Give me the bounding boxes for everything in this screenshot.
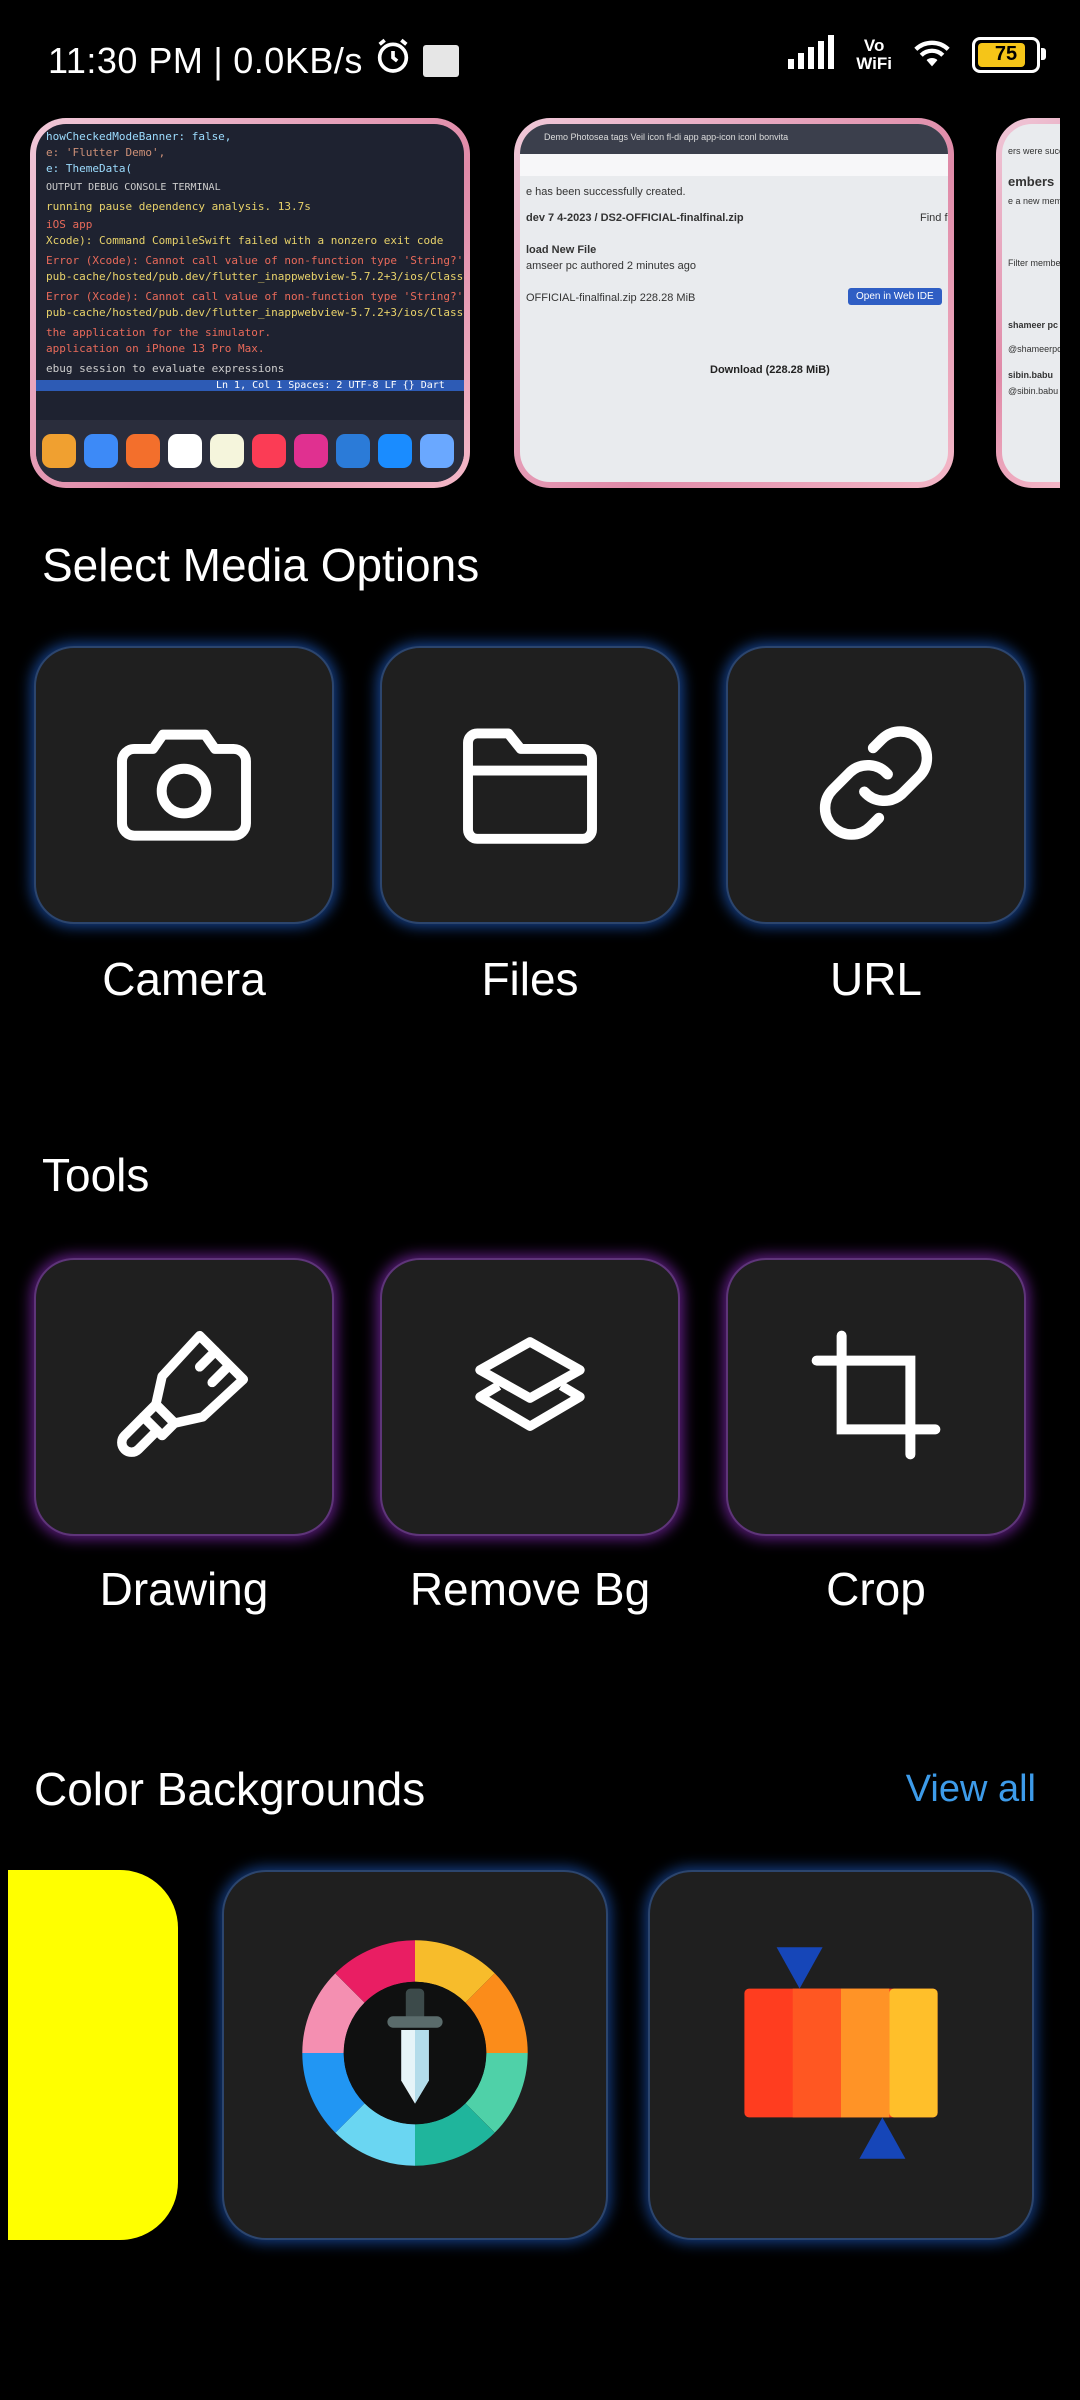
- thumb-text: howCheckedModeBanner: false,: [46, 130, 232, 143]
- thumb-text: e has been successfully created.: [526, 186, 686, 198]
- gradient-palette-tile[interactable]: [648, 1870, 1034, 2240]
- thumb-text: Xcode): Command CompileSwift failed with…: [46, 234, 444, 247]
- thumb-text: Filter members: [1008, 258, 1060, 268]
- link-icon: [806, 713, 946, 858]
- vowifi-indicator: Vo WiFi: [856, 35, 892, 73]
- battery-icon: 75: [972, 36, 1046, 73]
- status-bar-left: 11:30 PM | 0.0KB/s: [48, 36, 459, 85]
- members-screenshot-thumbnail: ers were succ embers e a new membe Filte…: [1002, 124, 1060, 482]
- battery-level: 75: [994, 43, 1018, 65]
- thumb-text: pub-cache/hosted/pub.dev/flutter_inappwe…: [46, 306, 464, 319]
- thumb-text: Demo Photosea tags Veil icon fl-di app a…: [544, 132, 789, 142]
- alarm-icon: [373, 36, 413, 85]
- status-separator: |: [213, 39, 224, 81]
- color-backgrounds-title: Color Backgrounds: [34, 1763, 426, 1815]
- crop-button[interactable]: [726, 1258, 1026, 1536]
- yellow-color-swatch[interactable]: [8, 1870, 178, 2240]
- thumb-text: @sibin.babu: [1008, 386, 1059, 396]
- thumb-text: e a new membe: [1008, 196, 1060, 206]
- web-screenshot-thumbnail: Demo Photosea tags Veil icon fl-di app a…: [520, 124, 948, 482]
- thumb-text: embers: [1008, 174, 1055, 189]
- signal-icon: [788, 35, 838, 74]
- thumb-text: Ln 1, Col 1 Spaces: 2 UTF-8 LF {} Dart: [36, 380, 464, 391]
- tools-title: Tools: [42, 1149, 150, 1201]
- thumb-text: running pause dependency analysis. 13.7s: [46, 200, 311, 213]
- thumb-text: Error (Xcode): Cannot call value of non-…: [46, 254, 464, 267]
- thumb-text: Download (228.28 MiB): [710, 364, 830, 376]
- thumb-text: application on iPhone 13 Pro Max.: [46, 342, 265, 355]
- thumb-text: load New File: [526, 244, 597, 256]
- thumb-text: Error (Xcode): Cannot call value of non-…: [46, 290, 464, 303]
- color-gradient-palette-icon: [726, 1938, 956, 2173]
- dock-bar: [36, 420, 464, 482]
- thumb-text: amseer pc authored 2 minutes ago: [526, 260, 696, 272]
- thumb-text: Find fi: [920, 212, 948, 224]
- thumb-text: OFFICIAL-finalfinal.zip 228.28 MiB: [526, 292, 696, 304]
- thumb-text: e: ThemeData(: [46, 162, 133, 175]
- notification-icon: [422, 44, 459, 77]
- thumb-text: shameer pc: [1008, 320, 1059, 330]
- network-speed: 0.0KB/s: [233, 39, 363, 81]
- vowifi-bottom: WiFi: [856, 53, 892, 73]
- media-options-title: Select Media Options: [42, 539, 480, 591]
- thumb-text: pub-cache/hosted/pub.dev/flutter_inappwe…: [46, 270, 464, 283]
- thumb-text: sibin.babu: [1008, 370, 1053, 380]
- thumb-text: ers were succ: [1008, 146, 1060, 156]
- drawing-label: Drawing: [99, 1563, 269, 1615]
- status-bar-right: Vo WiFi 75: [788, 34, 1046, 75]
- recent-media-item[interactable]: ers were succ embers e a new membe Filte…: [996, 118, 1060, 488]
- view-all-link[interactable]: View all: [906, 1768, 1036, 1811]
- camera-label: Camera: [102, 953, 266, 1005]
- color-picker-tile[interactable]: [222, 1870, 608, 2240]
- thumb-text: e: 'Flutter Demo',: [46, 146, 166, 159]
- thumb-text: the application for the simulator.: [46, 326, 272, 339]
- recent-media-item[interactable]: howCheckedModeBanner: false, e: 'Flutter…: [30, 118, 470, 488]
- thumb-text: Open in Web IDE: [848, 288, 942, 305]
- code-screenshot-thumbnail: howCheckedModeBanner: false, e: 'Flutter…: [36, 124, 464, 482]
- remove-bg-button[interactable]: [380, 1258, 680, 1536]
- layers-icon: [455, 1320, 605, 1475]
- vowifi-top: Vo: [863, 35, 885, 55]
- thumb-text: OUTPUT DEBUG CONSOLE TERMINAL: [46, 182, 221, 193]
- url-label: URL: [829, 953, 923, 1005]
- status-time: 11:30 PM: [48, 39, 204, 81]
- files-button[interactable]: [380, 646, 680, 924]
- thumb-text: @shameerpc: [1008, 344, 1060, 354]
- folder-icon: [455, 721, 605, 850]
- browser-tab-bar: Demo Photosea tags Veil icon fl-di app a…: [520, 124, 948, 154]
- wifi-icon: [910, 34, 954, 75]
- recent-media-item[interactable]: Demo Photosea tags Veil icon fl-di app a…: [514, 118, 954, 488]
- thumb-text: dev 7 4-2023 / DS2-OFFICIAL-finalfinal.z…: [526, 212, 744, 224]
- brush-icon: [109, 1320, 259, 1475]
- camera-button[interactable]: [34, 646, 334, 924]
- drawing-button[interactable]: [34, 1258, 334, 1536]
- thumb-text: iOS app: [46, 218, 93, 231]
- files-label: Files: [481, 953, 579, 1005]
- remove-bg-label: Remove Bg: [409, 1563, 651, 1615]
- camera-icon: [107, 721, 261, 850]
- crop-label: Crop: [826, 1563, 926, 1615]
- crop-icon: [801, 1320, 951, 1475]
- url-button[interactable]: [726, 646, 1026, 924]
- thumb-text: ebug session to evaluate expressions: [46, 362, 285, 375]
- color-picker-wheel-icon: [300, 1938, 530, 2173]
